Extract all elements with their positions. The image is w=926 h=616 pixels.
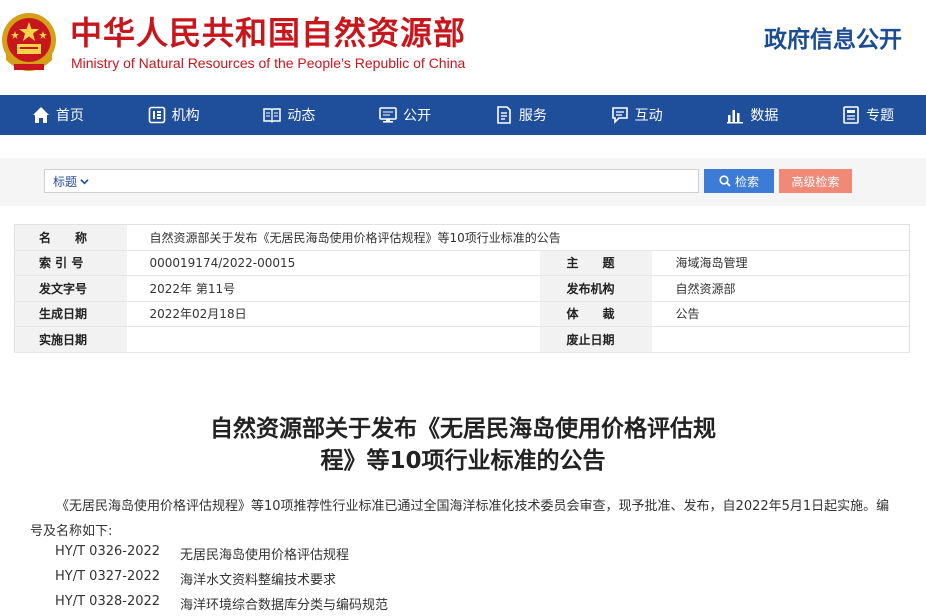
main-nav: 首页 机构 动态 公开 服务 互动 数据 专题 — [0, 95, 926, 135]
chat-icon — [611, 107, 628, 124]
nav-item-label: 数据 — [750, 108, 779, 124]
nav-item-topic[interactable]: 专题 — [810, 95, 926, 135]
home-icon — [32, 107, 49, 123]
site-header: 中华人民共和国自然资源部 Ministry of Natural Resourc… — [0, 0, 926, 95]
nav-item-service[interactable]: 服务 — [463, 95, 579, 135]
topic-value: 海域海岛管理 — [651, 250, 910, 276]
table-row: 名 称 自然资源部关于发布《无居民海岛使用价格评估规程》等10项行业标准的公告 — [14, 224, 910, 251]
genre-label: 体 裁 — [539, 301, 652, 327]
name-value: 自然资源部关于发布《无居民海岛使用价格评估规程》等10项行业标准的公告 — [126, 224, 910, 251]
table-row: 索 引 号 000019174/2022-00015 主 题 海域海岛管理 — [14, 250, 910, 276]
standard-code: HY/T 0326-2022 — [55, 544, 161, 559]
index-value: 000019174/2022-00015 — [126, 250, 540, 276]
chevron-down-icon — [80, 179, 89, 185]
nav-item-label: 专题 — [866, 108, 895, 124]
nav-item-label: 公开 — [403, 108, 432, 124]
site-title[interactable]: 中华人民共和国自然资源部 — [70, 8, 466, 54]
table-row: 发文字号 2022年 第11号 发布机构 自然资源部 — [14, 275, 910, 302]
genre-value: 公告 — [651, 301, 910, 327]
issuer-label: 发布机构 — [539, 275, 652, 302]
nav-item-data[interactable]: 数据 — [695, 95, 811, 135]
search-input[interactable] — [95, 171, 695, 191]
search-type-label: 标题 — [53, 175, 78, 189]
article-title-line2: 程》等10项行业标准的公告 — [320, 448, 606, 474]
table-row: 生成日期 2022年02月18日 体 裁 公告 — [14, 301, 910, 327]
org-icon — [148, 106, 165, 124]
national-emblem-icon[interactable] — [0, 4, 58, 80]
standard-code: HY/T 0328-2022 — [55, 594, 161, 609]
article-title: 自然资源部关于发布《无居民海岛使用价格评估规 程》等10项行业标准的公告 — [0, 413, 926, 477]
bar-chart-icon — [727, 110, 744, 124]
nav-item-org[interactable]: 机构 — [116, 95, 232, 135]
impl-date-label: 实施日期 — [14, 326, 127, 353]
document-info-table: 名 称 自然资源部关于发布《无居民海岛使用价格评估规程》等10项行业标准的公告 … — [14, 224, 910, 353]
standard-code: HY/T 0327-2022 — [55, 569, 161, 584]
nav-item-label: 互动 — [634, 108, 663, 124]
section-title[interactable]: 政府信息公开 — [764, 20, 902, 54]
issuer-value: 自然资源部 — [651, 275, 910, 302]
nav-item-label: 机构 — [171, 108, 200, 124]
article-title-line1: 自然资源部关于发布《无居民海岛使用价格评估规 — [210, 416, 716, 442]
nav-item-label: 服务 — [518, 108, 547, 124]
list-item: HY/T 0328-2022 海洋环境综合数据库分类与编码规范 — [55, 594, 388, 613]
search-button-label: 检索 — [734, 174, 759, 189]
monitor-icon — [379, 107, 397, 123]
search-button[interactable]: 检索 — [704, 169, 774, 193]
nav-item-label: 动态 — [287, 108, 316, 124]
index-label: 索 引 号 — [14, 250, 127, 276]
nav-item-news[interactable]: 动态 — [232, 95, 348, 135]
document-icon — [497, 106, 511, 124]
list-item: HY/T 0327-2022 海洋水文资料整编技术要求 — [55, 569, 336, 588]
advanced-search-button[interactable]: 高级检索 — [779, 169, 852, 193]
list-item: HY/T 0326-2022 无居民海岛使用价格评估规程 — [55, 544, 349, 563]
standard-name: 海洋环境综合数据库分类与编码规范 — [180, 598, 389, 613]
search-box[interactable]: 标题 — [44, 169, 699, 193]
nav-item-home[interactable]: 首页 — [0, 95, 116, 135]
name-label: 名 称 — [14, 224, 127, 251]
table-row: 实施日期 废止日期 — [14, 326, 910, 353]
standard-name: 无居民海岛使用价格评估规程 — [180, 548, 350, 563]
nav-item-interaction[interactable]: 互动 — [579, 95, 695, 135]
topic-icon — [843, 106, 859, 124]
abolish-date-label: 废止日期 — [539, 326, 652, 353]
date-value: 2022年02月18日 — [126, 301, 540, 327]
article-paragraph: 《无居民海岛使用价格评估规程》等10项推荐性行业标准已通过全国海洋标准化技术委员… — [30, 499, 890, 539]
nav-item-public[interactable]: 公开 — [347, 95, 463, 135]
nav-item-label: 首页 — [55, 108, 84, 124]
impl-date-value — [126, 326, 540, 353]
abolish-date-value — [651, 326, 910, 353]
search-icon — [719, 175, 731, 187]
docno-label: 发文字号 — [14, 275, 127, 302]
topic-label: 主 题 — [539, 250, 652, 276]
site-subtitle: Ministry of Natural Resources of the Peo… — [71, 55, 466, 71]
docno-value: 2022年 第11号 — [126, 275, 540, 302]
advanced-search-label: 高级检索 — [791, 174, 840, 189]
book-icon — [263, 108, 282, 124]
date-label: 生成日期 — [14, 301, 127, 327]
search-type-select[interactable]: 标题 — [53, 173, 89, 190]
standard-name: 海洋水文资料整编技术要求 — [180, 573, 337, 588]
